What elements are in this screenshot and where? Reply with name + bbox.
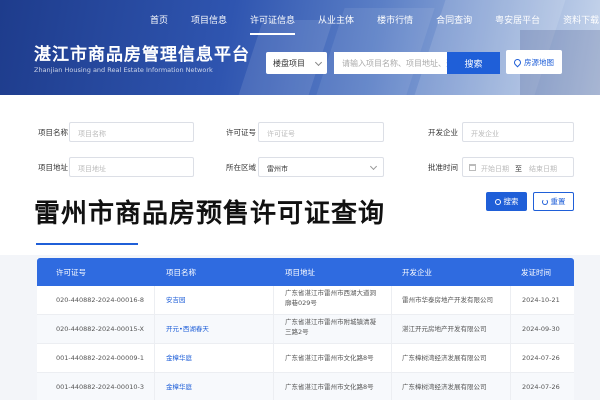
reset-button-label: 重置 — [550, 197, 566, 206]
license-table: 许可证号 项目名称 项目地址 开发企业 发证时间 020-440882-2024… — [37, 258, 574, 400]
license-no-input[interactable]: 许可证号 — [258, 122, 384, 142]
cell-project-link[interactable]: 安吉园 — [166, 296, 186, 306]
cell-project-link[interactable]: 开元•西湖春天 — [166, 325, 209, 335]
cell-address: 广东省湛江市雷州市西湖大道洞廓巷029号 — [285, 289, 376, 307]
cell-date: 2024-09-30 — [522, 325, 560, 333]
nav-item-yueanju[interactable]: 粤安居平台 — [495, 13, 540, 29]
table-row[interactable]: 020-440882-2024-00015-X 开元•西湖春天 广东省湛江市雷州… — [37, 315, 574, 344]
project-address-label: 项目地址 — [38, 163, 68, 172]
cell-developer: 湛江开元房地产开发有限公司 — [402, 325, 487, 333]
nav-item-practitioners[interactable]: 从业主体 — [318, 13, 354, 29]
site-subtitle: Zhanjian Housing and Real Estate Informa… — [34, 66, 213, 74]
column-header-project[interactable]: 项目名称 — [166, 267, 196, 278]
approval-date-range[interactable]: 开始日期 至 结束日期 — [462, 157, 574, 177]
search-icon — [494, 198, 501, 205]
search-category-value: 楼盘项目 — [273, 59, 305, 68]
column-divider — [154, 286, 155, 400]
cell-developer: 广东樟树湾经济发展有限公司 — [402, 354, 487, 362]
column-divider — [273, 286, 274, 400]
header-banner: 首页 项目信息 许可证信息 从业主体 楼市行情 合同查询 粤安居平台 资料下载 … — [0, 0, 600, 95]
developer-input[interactable]: 开发企业 — [462, 122, 574, 142]
cell-address: 广东省湛江市雷州市文化路8号 — [285, 383, 374, 391]
table-row[interactable]: 001-440882-2024-00010-3 金樟华庭 广东省湛江市雷州市文化… — [37, 373, 574, 400]
cell-date: 2024-07-26 — [522, 354, 560, 362]
reset-button[interactable]: 重置 — [533, 192, 574, 211]
license-no-placeholder: 许可证号 — [267, 130, 295, 138]
house-map-label: 房源地图 — [524, 57, 554, 67]
map-pin-icon — [512, 57, 523, 67]
column-divider — [391, 286, 392, 400]
project-address-input[interactable]: 项目地址 — [69, 157, 194, 177]
cell-project-link[interactable]: 金樟华庭 — [166, 354, 192, 364]
project-name-input[interactable]: 项目名称 — [69, 122, 194, 142]
heading-underline — [36, 243, 138, 245]
search-category-select[interactable]: 楼盘项目 — [266, 52, 327, 74]
column-header-developer[interactable]: 开发企业 — [402, 267, 432, 278]
nav-item-home[interactable]: 首页 — [150, 13, 168, 29]
column-divider — [510, 286, 511, 400]
top-nav: 首页 项目信息 许可证信息 从业主体 楼市行情 合同查询 粤安居平台 资料下载 — [150, 13, 600, 35]
project-name-label: 项目名称 — [38, 128, 68, 137]
table-row[interactable]: 020-440882-2024-00016-8 安吉园 广东省湛江市雷州市西湖大… — [37, 286, 574, 315]
cell-license: 020-440882-2024-00015-X — [56, 325, 144, 333]
site-title[interactable]: 湛江市商品房管理信息平台 — [34, 40, 250, 65]
nav-item-licenses[interactable]: 许可证信息 — [250, 13, 296, 35]
start-date-placeholder: 开始日期 — [481, 165, 509, 173]
table-row[interactable]: 001-440882-2024-00009-1 金樟华庭 广东省湛江市雷州市文化… — [37, 344, 574, 373]
refresh-icon — [541, 198, 548, 205]
cell-address: 广东省湛江市雷州市附城镇清凝三路2号 — [285, 318, 376, 336]
query-button[interactable]: 搜索 — [486, 192, 527, 211]
region-label: 所在区域 — [226, 163, 256, 172]
nav-item-contracts[interactable]: 合同查询 — [436, 13, 472, 29]
calendar-icon — [469, 164, 476, 171]
chevron-down-icon — [369, 162, 378, 171]
developer-placeholder: 开发企业 — [471, 130, 499, 138]
date-range-separator: 至 — [515, 165, 522, 173]
search-button[interactable]: 搜索 — [447, 52, 500, 74]
table-header: 许可证号 项目名称 项目地址 开发企业 发证时间 — [37, 258, 574, 286]
approval-time-label: 批准时间 — [428, 163, 458, 172]
column-header-license[interactable]: 许可证号 — [56, 267, 86, 278]
developer-label: 开发企业 — [428, 128, 458, 137]
cell-address: 广东省湛江市雷州市文化路8号 — [285, 354, 374, 362]
cell-developer: 雷州市华泰房地产开发有限公司 — [402, 296, 493, 304]
region-select[interactable]: 雷州市 — [258, 157, 384, 177]
page-heading: 雷州市商品房预售许可证查询 — [34, 199, 386, 229]
license-no-label: 许可证号 — [226, 128, 256, 137]
nav-item-projects[interactable]: 项目信息 — [191, 13, 227, 29]
cell-license: 001-440882-2024-00009-1 — [56, 354, 144, 362]
cell-project-link[interactable]: 金樟华庭 — [166, 383, 192, 393]
cell-developer: 广东樟树湾经济发展有限公司 — [402, 383, 487, 391]
nav-item-downloads[interactable]: 资料下载 — [563, 13, 599, 29]
column-header-address[interactable]: 项目地址 — [285, 267, 315, 278]
cell-license: 001-440882-2024-00010-3 — [56, 383, 144, 391]
house-map-button[interactable]: 房源地图 — [506, 50, 562, 74]
cell-date: 2024-10-21 — [522, 296, 560, 304]
cell-date: 2024-07-26 — [522, 383, 560, 391]
end-date-placeholder: 结束日期 — [529, 165, 557, 173]
project-address-placeholder: 项目地址 — [78, 165, 106, 173]
nav-item-market[interactable]: 楼市行情 — [377, 13, 413, 29]
column-header-date[interactable]: 发证时间 — [521, 267, 551, 278]
project-name-placeholder: 项目名称 — [78, 130, 106, 138]
cell-license: 020-440882-2024-00016-8 — [56, 296, 144, 304]
region-value: 雷州市 — [267, 165, 288, 173]
query-button-label: 搜索 — [503, 197, 519, 206]
search-input[interactable] — [334, 52, 447, 74]
chevron-down-icon — [314, 58, 323, 67]
